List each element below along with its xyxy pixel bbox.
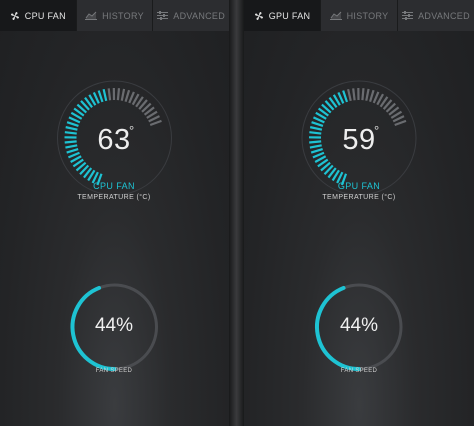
gauge-tick [102,88,108,102]
degree-symbol: ° [129,123,135,138]
gauge-tick [149,119,162,127]
gauge-tick [309,144,322,149]
gauge-tick [67,151,80,159]
gauge-tick [65,126,78,131]
gauge-tick [128,91,135,104]
gauge-tick [64,131,77,135]
gauges-graphic [301,80,417,371]
gauge-tick [394,119,407,127]
cpu-fan-panel: CPU FAN HISTORY ADVANCED 63 ° CPU FAN TE… [0,0,230,426]
fan-speed-value: 44% [94,315,134,336]
gauge-tick [309,140,322,144]
gauge-tick [97,90,104,103]
gauge-title: CPU FAN [93,181,135,191]
gauge-unit-label: TEMPERATURE (°C) [322,194,396,201]
gauge-tick [309,126,323,131]
gauges-graphic [57,80,172,371]
gauge-tick [311,121,324,128]
gauge-tick [352,88,356,101]
gauge-unit-label: TEMPERATURE (°C) [77,194,151,201]
gauge-tick [124,89,131,102]
fan-speed-label: FAN SPEED [340,368,378,374]
gauge-tick [107,88,112,101]
gauge-tick [116,88,121,101]
gauge-tick [347,88,352,102]
gauge-title: GPU FAN [337,181,381,191]
fan-speed-label: FAN SPEED [95,368,133,374]
degree-symbol: ° [374,123,380,138]
gpu-fan-panel: GPU FAN HISTORY ADVANCED 59 ° GPU FAN TE… [244,0,474,426]
temperature-value: 63 [97,124,131,156]
gauge-tick [372,91,380,104]
gauge-tick [65,144,78,149]
panel-divider [229,0,244,426]
gauge-tick [369,89,375,102]
gauge-tick [66,121,79,128]
gauge-tick [312,151,325,159]
gauge-tick [365,88,370,101]
gauge-tick [361,88,365,101]
gauge-tick [120,88,126,101]
gauge-tick [310,148,323,154]
gauge-tick [309,131,322,135]
temperature-value: 59 [342,124,376,156]
gauge-tick [64,140,77,144]
gauge-tick [342,90,349,103]
gauge-tick [66,148,79,154]
fan-speed-value: 44% [339,315,379,336]
